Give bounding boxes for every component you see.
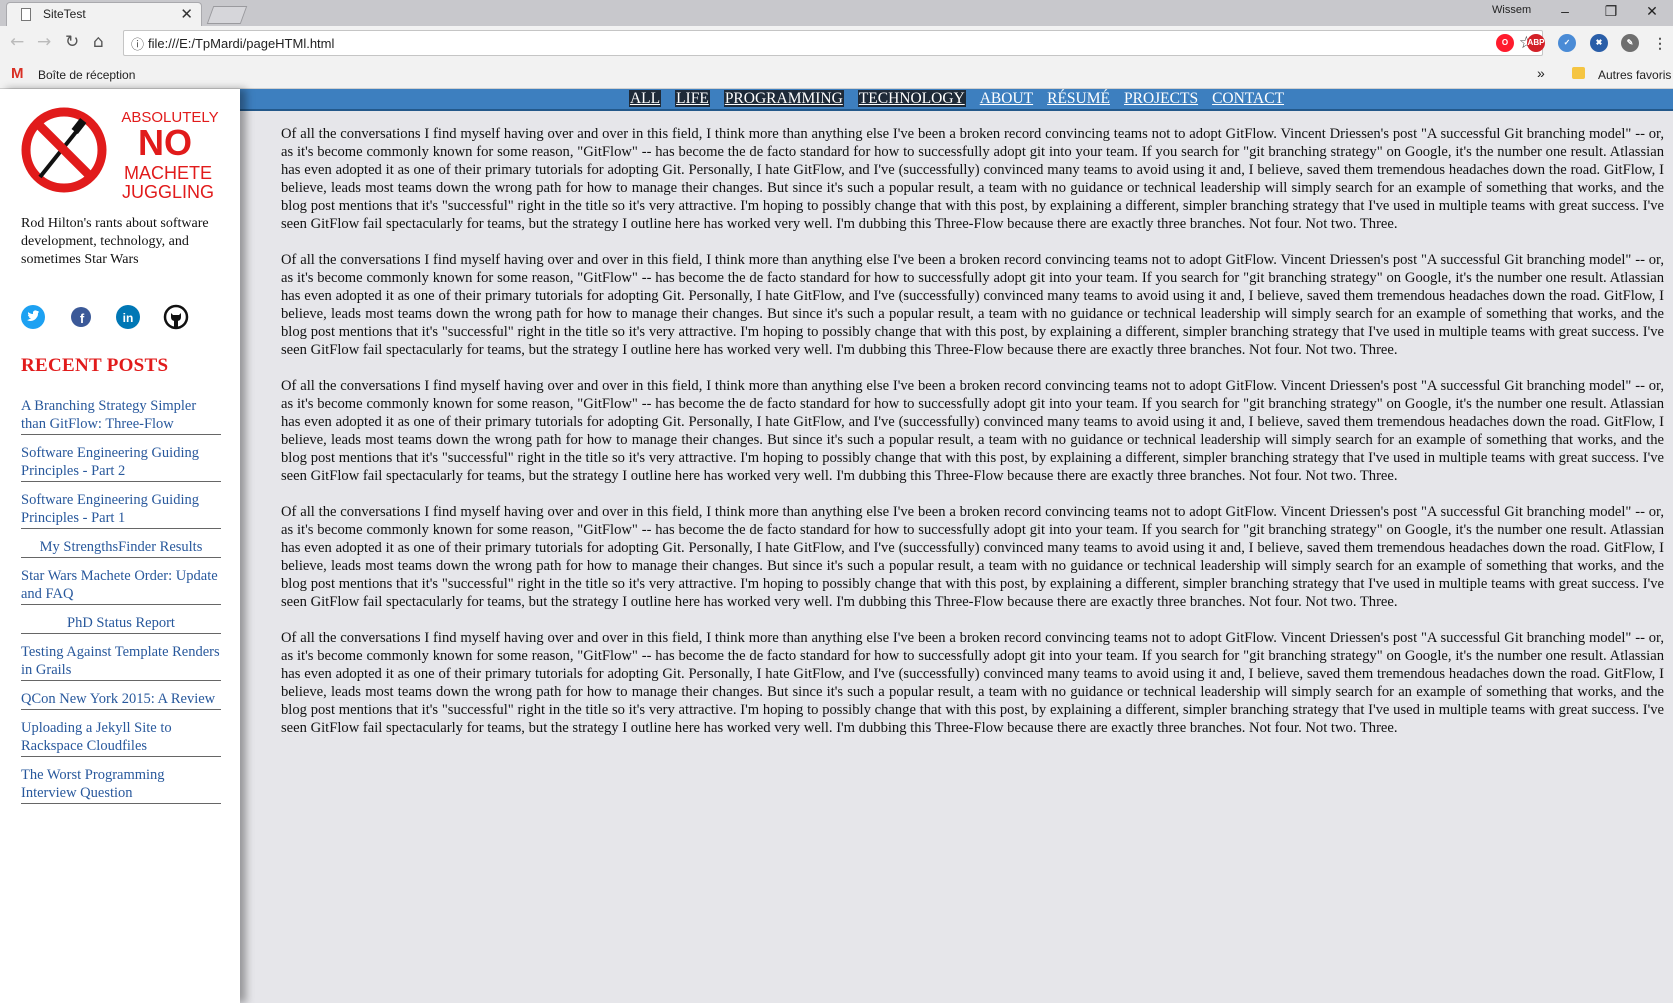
window-close-icon[interactable]: ✕	[1630, 0, 1673, 22]
top-navigation: ALL LIFE PROGRAMMING TECHNOLOGY ABOUT RÉSUMÉ P…	[240, 89, 1673, 111]
recent-post-link[interactable]: The Worst Programming Interview Question	[21, 766, 221, 804]
tab-strip: SiteTest ✕ Wissem – ❐ ✕	[0, 0, 1673, 26]
home-icon[interactable]: ⌂	[93, 32, 104, 52]
adblock-plus-icon[interactable]: ABP	[1527, 34, 1545, 52]
reload-icon[interactable]: ↻	[65, 32, 79, 52]
recent-post-link[interactable]: A Branching Strategy Simpler than GitFlo…	[21, 397, 221, 435]
back-arrow-icon[interactable]: ←	[10, 32, 24, 52]
site-logo[interactable]: ABSOLUTELY NO MACHETE JUGGLING	[20, 105, 224, 203]
svg-text:in: in	[123, 311, 134, 325]
bookmarks-bar: M Boîte de réception » Autres favoris	[0, 60, 1673, 89]
sidebar: ABSOLUTELY NO MACHETE JUGGLING Rod Hilto…	[0, 89, 240, 1003]
recent-post-link[interactable]: Star Wars Machete Order: Update and FAQ	[21, 567, 221, 605]
nav-link-technology[interactable]: TECHNOLOGY	[857, 90, 966, 107]
github-icon[interactable]	[163, 304, 189, 330]
nav-link-all[interactable]: ALL	[628, 90, 662, 107]
recent-posts-heading: RECENT POSTS	[21, 355, 169, 376]
recent-post-link[interactable]: My StrengthsFinder Results	[21, 538, 221, 558]
nav-link-life[interactable]: LIFE	[675, 90, 710, 107]
article-paragraph: Of all the conversations I find myself h…	[281, 630, 1664, 736]
article-paragraph: Of all the conversations I find myself h…	[281, 378, 1664, 484]
recent-post-link[interactable]: Testing Against Template Renders in Grai…	[21, 643, 221, 681]
folder-icon	[1572, 67, 1585, 79]
bookmark-inbox[interactable]: Boîte de réception	[38, 68, 135, 82]
recent-post-link[interactable]: Uploading a Jekyll Site to Rackspace Clo…	[21, 719, 221, 757]
site-tagline: Rod Hilton's rants about software develo…	[21, 216, 209, 267]
browser-tab[interactable]: SiteTest ✕	[6, 2, 202, 26]
maximize-icon[interactable]: ❐	[1589, 0, 1633, 22]
menu-kebab-icon[interactable]: ⋮	[1651, 34, 1669, 52]
recent-posts-list: A Branching Strategy Simpler than GitFlo…	[21, 397, 221, 813]
logo-line-2: NO	[138, 122, 192, 163]
recent-post-link[interactable]: PhD Status Report	[21, 614, 221, 634]
nav-link-résumé[interactable]: RÉSUMÉ	[1047, 90, 1110, 107]
nav-link-projects[interactable]: PROJECTS	[1124, 90, 1198, 107]
nav-link-contact[interactable]: CONTACT	[1212, 90, 1284, 107]
other-bookmarks[interactable]: Autres favoris	[1598, 68, 1671, 82]
facebook-icon[interactable]: f	[68, 304, 94, 330]
logo-line-3: MACHETE	[124, 163, 212, 183]
address-bar[interactable]: ⓘ file:///E:/TpMardi/pageHTMl.html ☆	[123, 30, 1543, 56]
minimize-icon[interactable]: –	[1543, 0, 1587, 22]
bookmarks-overflow-button[interactable]: »	[1537, 65, 1545, 81]
logo-line-4: JUGGLING	[122, 182, 214, 202]
page-icon	[21, 8, 31, 21]
forward-arrow-icon[interactable]: →	[37, 32, 51, 52]
recent-post-link[interactable]: Software Engineering Guiding Principles …	[21, 444, 221, 482]
article-paragraph: Of all the conversations I find myself h…	[281, 126, 1664, 232]
globe-icon[interactable]: ✖	[1590, 34, 1608, 52]
linkedin-icon[interactable]: in	[115, 304, 141, 330]
article-content: Of all the conversations I find myself h…	[281, 125, 1664, 755]
article-paragraph: Of all the conversations I find myself h…	[281, 252, 1664, 358]
article-paragraph: Of all the conversations I find myself h…	[281, 504, 1664, 610]
tab-close-icon[interactable]: ✕	[180, 5, 193, 23]
info-icon[interactable]: ⓘ	[131, 34, 144, 53]
opera-icon[interactable]: O	[1496, 34, 1514, 52]
new-tab-button[interactable]	[206, 6, 248, 24]
pen-icon[interactable]: ✎	[1621, 34, 1639, 52]
nav-link-about[interactable]: ABOUT	[980, 90, 1033, 107]
no-machete-icon	[21, 107, 107, 193]
url-text: file:///E:/TpMardi/pageHTMl.html	[148, 36, 335, 51]
nav-link-programming[interactable]: PROGRAMMING	[723, 90, 844, 107]
gmail-icon[interactable]: M	[11, 65, 24, 82]
browser-toolbar: ← → ↻ ⌂ ⓘ file:///E:/TpMardi/pageHTMl.ht…	[0, 26, 1673, 60]
shield-icon[interactable]: ✓	[1558, 34, 1576, 52]
page-viewport: ALL LIFE PROGRAMMING TECHNOLOGY ABOUT RÉSUMÉ P…	[0, 89, 1673, 1003]
recent-post-link[interactable]: Software Engineering Guiding Principles …	[21, 491, 221, 529]
svg-text:f: f	[80, 311, 85, 326]
twitter-icon[interactable]	[20, 304, 46, 330]
profile-name[interactable]: Wissem	[1492, 4, 1531, 16]
recent-post-link[interactable]: QCon New York 2015: A Review	[21, 690, 221, 710]
tab-title: SiteTest	[43, 7, 86, 21]
